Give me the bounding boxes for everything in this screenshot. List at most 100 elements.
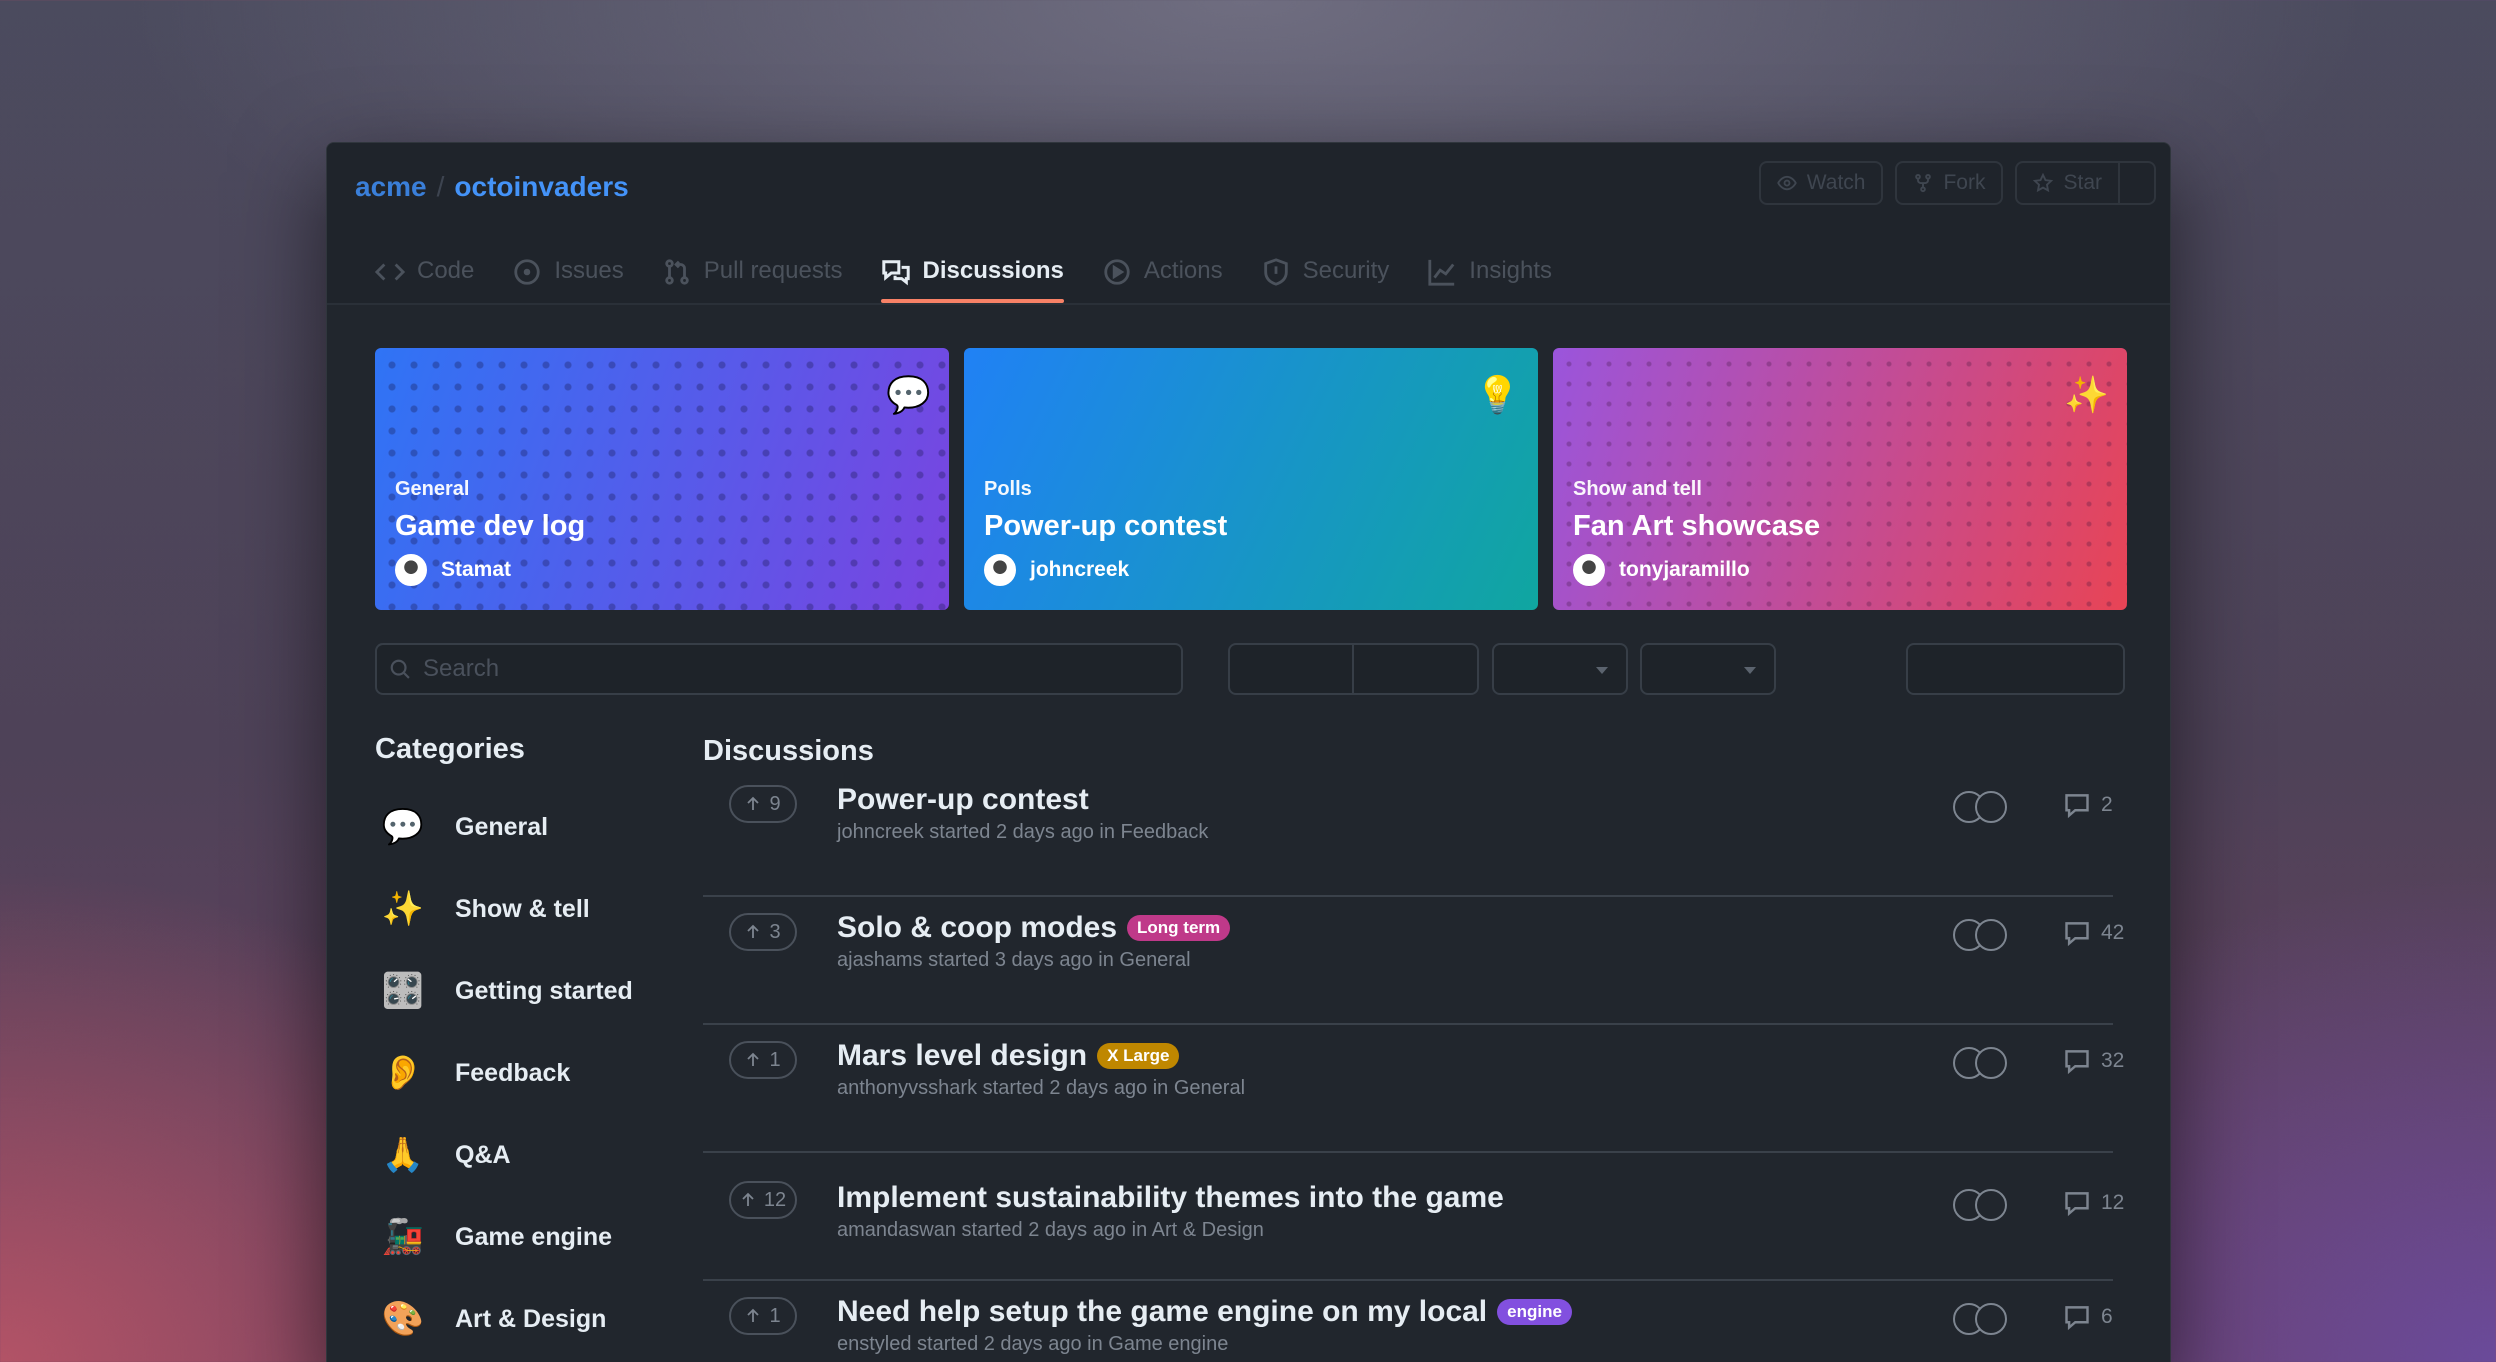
arrow-up-icon [747,1052,760,1066]
tab-security[interactable]: Security [1261,253,1389,303]
sidebar-item-label: Show & tell [455,894,590,923]
star-button[interactable]: Star [2015,161,2120,205]
comment-count[interactable]: 12 [2063,1189,2124,1217]
tab-code[interactable]: Code [375,253,474,303]
comment-count[interactable]: 2 [2063,791,2113,819]
search-input[interactable]: Search [375,643,1183,695]
repo-name-link[interactable]: octoinvaders [454,171,628,203]
sidebar-item-label: Art & Design [455,1304,607,1333]
filter-toggle-right[interactable] [1352,643,1479,695]
tab-insights[interactable]: Insights [1427,253,1552,303]
discussion-title-text: Implement sustainability themes into the… [837,1181,1504,1214]
discussion-row[interactable]: 3 Solo & coop modes Long term ajashams star… [703,897,2124,1025]
upvote-button[interactable]: 1 [729,1041,797,1079]
featured-card-author-name: johncreek [1030,558,1130,581]
sidebar-item-label: Q&A [455,1140,511,1169]
featured-card-category: Polls [984,478,1032,500]
discussion-title[interactable]: Mars level design X Large [837,1039,1180,1073]
filter-toggle-left[interactable] [1228,643,1354,695]
label-badge[interactable]: Long term [1127,915,1231,941]
fork-icon [1915,173,1932,193]
avatar [1975,791,2007,823]
discussion-row[interactable]: 9 Power-up contest johncreek started 2 day… [703,769,2113,897]
discussion-title[interactable]: Power-up contest [837,783,1089,817]
discussion-icon [881,260,910,286]
tab-actions[interactable]: Actions [1102,253,1223,303]
comment-count-value: 32 [2101,1049,2125,1072]
avatar [395,554,427,586]
avatar [984,554,1016,586]
light-bulb-icon: 💡 [1475,374,1520,415]
sidebar-item-qa[interactable]: 🙏 Q&A [375,1114,665,1196]
tab-pull-requests[interactable]: Pull requests [662,253,843,303]
comment-icon [2065,1050,2089,1075]
discussion-meta: enstyled started 2 days ago in Game engi… [837,1333,1229,1355]
eye-icon [1776,175,1797,191]
new-discussion-button[interactable] [1906,643,2125,695]
comment-count[interactable]: 32 [2063,1047,2124,1075]
upvote-button[interactable]: 12 [729,1181,797,1219]
avatar [1573,554,1605,586]
repo-nav-tabs: Code Issues Pull requests Discussions Ac… [375,253,1552,303]
star-label: Star [2063,171,2102,194]
tab-issues-label: Issues [554,257,624,284]
filter-bar: Search [375,643,2135,695]
discussion-row[interactable]: 1 Mars level design X Large anthonyvsshark … [703,1025,2124,1153]
participants-avatars [1953,791,2007,823]
label-dropdown[interactable] [1640,643,1776,695]
participants-avatars [1953,1303,2007,1335]
comment-count[interactable]: 6 [2063,1303,2113,1331]
play-icon [1104,259,1130,285]
upvote-button[interactable]: 9 [729,785,797,823]
discussion-title[interactable]: Solo & coop modes Long term [837,911,1231,945]
upvote-button[interactable]: 1 [729,1297,797,1335]
tab-discussions-label: Discussions [922,257,1064,284]
upvote-count: 12 [763,1188,787,1211]
featured-card-general[interactable]: 💬 General Game dev log Stamat [375,348,949,610]
sort-dropdown[interactable] [1492,643,1628,695]
comment-icon [2065,1192,2089,1217]
sidebar-item-general[interactable]: 💬 General [375,786,665,868]
star-dropdown-button[interactable] [2120,161,2156,205]
sidebar-item-feedback[interactable]: 👂 Feedback [375,1032,665,1114]
sidebar-item-label: General [455,812,549,841]
featured-card-title: Power-up contest [984,510,1228,542]
tab-discussions[interactable]: Discussions [880,253,1065,303]
comment-count[interactable]: 42 [2063,919,2124,947]
shield-icon [1263,258,1288,286]
star-group: Star [2015,161,2156,205]
sidebar-item-art-and-design[interactable]: 🎨 Art & Design [375,1278,665,1360]
discussion-title[interactable]: Implement sustainability themes into the… [837,1181,1504,1215]
discussion-title[interactable]: Need help setup the game engine on my lo… [837,1295,1572,1329]
featured-discussions: 💬 General Game dev log Stamat 💡 Polls Po… [375,348,2127,610]
featured-card-show-and-tell[interactable]: ✨ Show and tell Fan Art showcase tonyjar… [1553,348,2127,610]
arrow-up-icon [742,1192,754,1206]
graph-icon [1428,259,1455,286]
repo-owner-link[interactable]: acme [355,171,427,203]
sidebar-item-game-engine[interactable]: 🚂 Game engine [375,1196,665,1278]
participants-avatars [1953,919,2007,951]
control-knobs-icon: 🎛️ [381,972,425,1010]
sidebar-item-getting-started[interactable]: 🎛️ Getting started [375,950,665,1032]
breadcrumb-separator: / [436,171,445,202]
comment-icon [2065,794,2089,819]
discussion-row[interactable]: 12 Implement sustainability themes into t… [703,1153,2124,1281]
watch-button[interactable]: Watch [1758,161,1884,205]
arrow-up-icon [747,1308,760,1322]
label-badge[interactable]: engine [1497,1299,1572,1325]
fork-button[interactable]: Fork [1895,161,2004,205]
discussion-meta: johncreek started 2 days ago in Feedback [837,821,1209,843]
discussion-title-text: Mars level design [837,1039,1088,1072]
discussion-title-text: Power-up contest [837,783,1089,816]
watch-label: Watch [1806,171,1866,194]
comment-count-value: 2 [2101,793,2113,816]
upvote-button[interactable]: 3 [729,913,797,951]
featured-card-polls[interactable]: 💡 Polls Power-up contest johncreek [964,348,1538,610]
categories-sidebar: Categories 💬 General ✨ Show & tell 🎛️ Ge… [375,733,665,1360]
label-badge[interactable]: X Large [1097,1043,1180,1069]
featured-card-author: johncreek [984,554,1129,586]
discussion-title-text: Need help setup the game engine on my lo… [837,1295,1488,1328]
discussion-row[interactable]: 1 Need help setup the game engine on my l… [703,1281,2113,1362]
sidebar-item-show-and-tell[interactable]: ✨ Show & tell [375,868,665,950]
tab-issues[interactable]: Issues [512,253,624,303]
